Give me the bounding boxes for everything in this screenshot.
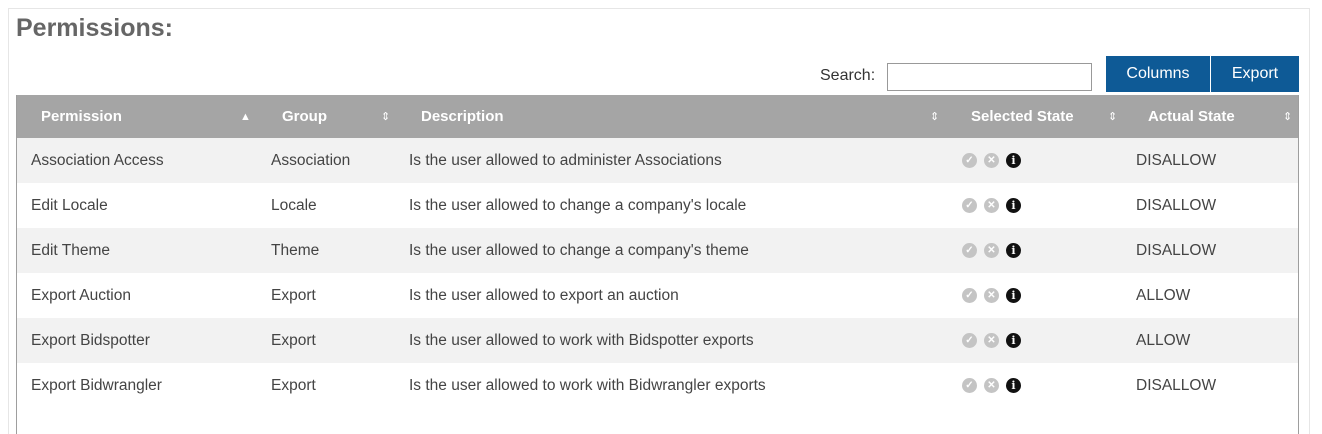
sort-icon[interactable]: ⇕ bbox=[1283, 95, 1292, 138]
info-circle-icon[interactable]: i bbox=[1006, 243, 1021, 258]
cell-description: Is the user allowed to change a company'… bbox=[409, 241, 749, 259]
column-header-permission[interactable]: Permission bbox=[41, 95, 122, 138]
x-circle-icon[interactable]: ✕ bbox=[984, 288, 999, 303]
cell-description: Is the user allowed to change a company'… bbox=[409, 196, 747, 214]
column-header-group[interactable]: Group bbox=[282, 95, 327, 138]
table-row: Export Auction Export Is the user allowed … bbox=[17, 273, 1298, 318]
sort-icon[interactable]: ⇕ bbox=[1108, 95, 1117, 138]
cell-selected-state: ✓ ✕ i bbox=[962, 183, 1028, 228]
cell-actual-state: DISALLOW bbox=[1136, 196, 1217, 214]
check-circle-icon[interactable]: ✓ bbox=[962, 288, 977, 303]
table-row: Edit Locale Locale Is the user allowed to … bbox=[17, 183, 1298, 228]
info-circle-icon[interactable]: i bbox=[1006, 198, 1021, 213]
cell-description: Is the user allowed to work with Bidwran… bbox=[409, 376, 766, 394]
cell-permission: Edit Theme bbox=[31, 241, 110, 259]
cell-selected-state: ✓ ✕ i bbox=[962, 138, 1028, 183]
export-button[interactable]: Export bbox=[1211, 56, 1299, 92]
table-row: Association Access Association Is the user… bbox=[17, 138, 1298, 183]
cell-description: Is the user allowed to export an auction bbox=[409, 286, 679, 304]
cell-description: Is the user allowed to work with Bidspot… bbox=[409, 331, 754, 349]
check-circle-icon[interactable]: ✓ bbox=[962, 378, 977, 393]
cell-description: Is the user allowed to administer Associ… bbox=[409, 151, 722, 169]
table-row: Export Bidwrangler Export Is the user allo… bbox=[17, 363, 1298, 408]
table-header: Permission ▲ Group ⇕ Description ⇕ Selec… bbox=[17, 95, 1298, 138]
columns-button[interactable]: Columns bbox=[1106, 56, 1210, 92]
cell-permission: Export Bidwrangler bbox=[31, 376, 162, 394]
cell-actual-state: ALLOW bbox=[1136, 331, 1191, 349]
table-row: Export Bidspotter Export Is the user allow… bbox=[17, 318, 1298, 363]
x-circle-icon[interactable]: ✕ bbox=[984, 153, 999, 168]
x-circle-icon[interactable]: ✕ bbox=[984, 378, 999, 393]
info-circle-icon[interactable]: i bbox=[1006, 333, 1021, 348]
cell-selected-state: ✓ ✕ i bbox=[962, 318, 1028, 363]
cell-group: Export bbox=[271, 286, 316, 304]
cell-group: Export bbox=[271, 376, 316, 394]
cell-selected-state: ✓ ✕ i bbox=[962, 363, 1028, 408]
info-circle-icon[interactable]: i bbox=[1006, 288, 1021, 303]
cell-selected-state: ✓ ✕ i bbox=[962, 228, 1028, 273]
page-title: Permissions: bbox=[16, 14, 174, 42]
check-circle-icon[interactable]: ✓ bbox=[962, 198, 977, 213]
permissions-table: Permission ▲ Group ⇕ Description ⇕ Selec… bbox=[16, 95, 1299, 434]
cell-permission: Export Bidspotter bbox=[31, 331, 150, 349]
cell-group: Theme bbox=[271, 241, 320, 259]
check-circle-icon[interactable]: ✓ bbox=[962, 243, 977, 258]
info-circle-icon[interactable]: i bbox=[1006, 153, 1021, 168]
check-circle-icon[interactable]: ✓ bbox=[962, 153, 977, 168]
cell-permission: Edit Locale bbox=[31, 196, 108, 214]
x-circle-icon[interactable]: ✕ bbox=[984, 243, 999, 258]
column-header-actual-state[interactable]: Actual State bbox=[1148, 95, 1235, 138]
sort-icon[interactable]: ⇕ bbox=[930, 95, 939, 138]
cell-permission: Export Auction bbox=[31, 286, 131, 304]
search-input[interactable] bbox=[887, 63, 1092, 91]
sort-asc-icon[interactable]: ▲ bbox=[240, 95, 251, 138]
cell-actual-state: DISALLOW bbox=[1136, 376, 1217, 394]
info-circle-icon[interactable]: i bbox=[1006, 378, 1021, 393]
x-circle-icon[interactable]: ✕ bbox=[984, 198, 999, 213]
search-label: Search: bbox=[820, 67, 876, 84]
column-header-selected-state[interactable]: Selected State bbox=[971, 95, 1074, 138]
column-header-description[interactable]: Description bbox=[421, 95, 504, 138]
cell-selected-state: ✓ ✕ i bbox=[962, 273, 1028, 318]
cell-actual-state: DISALLOW bbox=[1136, 241, 1217, 259]
table-row: Edit Theme Theme Is the user allowed to ch… bbox=[17, 228, 1298, 273]
cell-actual-state: DISALLOW bbox=[1136, 151, 1217, 169]
cell-group: Association bbox=[271, 151, 351, 169]
cell-group: Export bbox=[271, 331, 316, 349]
x-circle-icon[interactable]: ✕ bbox=[984, 333, 999, 348]
cell-group: Locale bbox=[271, 196, 317, 214]
sort-icon[interactable]: ⇕ bbox=[381, 95, 390, 138]
check-circle-icon[interactable]: ✓ bbox=[962, 333, 977, 348]
cell-permission: Association Access bbox=[31, 151, 164, 169]
cell-actual-state: ALLOW bbox=[1136, 286, 1191, 304]
